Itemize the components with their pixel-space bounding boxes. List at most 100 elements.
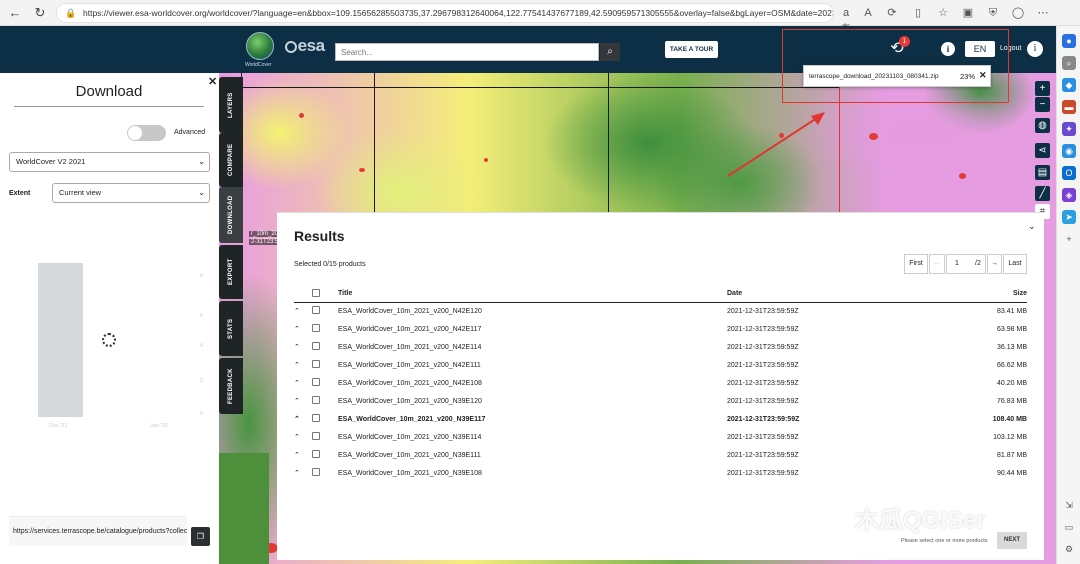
- designer-icon[interactable]: ◈: [1062, 188, 1076, 202]
- search-input[interactable]: [335, 43, 599, 61]
- split-view-icon[interactable]: ▯: [910, 5, 926, 21]
- product-size: 103.12 MB: [993, 433, 1027, 441]
- table-row[interactable]: ⌃ ESA_WorldCover_10m_2021_v200_N39E120 2…: [294, 392, 1027, 410]
- user-info-icon[interactable]: i: [1027, 41, 1043, 57]
- more-icon[interactable]: ⋯: [1035, 5, 1051, 21]
- refresh-icon[interactable]: ↻: [31, 4, 49, 22]
- bell-icon[interactable]: ●: [1062, 34, 1076, 48]
- prev-page-icon[interactable]: ←: [929, 254, 945, 274]
- expand-row-icon[interactable]: ⌃: [294, 356, 312, 374]
- title-column-header[interactable]: Title: [338, 286, 727, 303]
- next-button[interactable]: NEXT: [997, 532, 1027, 549]
- last-page-button[interactable]: Last: [1003, 254, 1027, 274]
- table-row[interactable]: ⌃ ESA_WorldCover_10m_2021_v200_N42E117 2…: [294, 320, 1027, 338]
- table-row[interactable]: ⌃ ESA_WorldCover_10m_2021_v200_N39E111 2…: [294, 446, 1027, 464]
- table-row-highlighted[interactable]: ⌃ ESA_WorldCover_10m_2021_v200_N39E117 2…: [294, 410, 1027, 428]
- product-title: ESA_WorldCover_10m_2021_v200_N42E117: [338, 325, 482, 333]
- extensions-icon[interactable]: ⟳: [884, 5, 900, 21]
- profile-icon[interactable]: ◯: [1010, 5, 1026, 21]
- briefcase-icon[interactable]: ▬: [1062, 100, 1076, 114]
- select-all-checkbox[interactable]: [312, 288, 320, 297]
- table-row[interactable]: ⌃ ESA_WorldCover_10m_2021_v200_N39E108 2…: [294, 464, 1027, 482]
- advanced-toggle[interactable]: [127, 125, 166, 141]
- product-date: 2021-12-31T23:59:59Z: [727, 469, 799, 477]
- address-bar[interactable]: 🔒 https://viewer.esa-worldcover.org/worl…: [56, 3, 834, 23]
- close-icon[interactable]: ✕: [208, 75, 217, 88]
- table-row[interactable]: ⌃ ESA_WorldCover_10m_2021_v200_N42E114 2…: [294, 338, 1027, 356]
- row-checkbox-cell: [312, 338, 338, 356]
- close-icon[interactable]: ✕: [979, 70, 987, 81]
- row-checkbox[interactable]: [312, 414, 320, 422]
- zoom-in-button[interactable]: +: [1035, 81, 1050, 96]
- product-date: 2021-12-31T23:59:59Z: [727, 325, 799, 333]
- tab-compare[interactable]: COMPARE: [219, 133, 243, 187]
- expand-row-icon[interactable]: ⌃: [294, 392, 312, 410]
- row-checkbox[interactable]: [312, 378, 320, 386]
- table-row[interactable]: ⌃ ESA_WorldCover_10m_2021_v200_N42E120 2…: [294, 302, 1027, 320]
- table-row[interactable]: ⌃ ESA_WorldCover_10m_2021_v200_N42E111 2…: [294, 356, 1027, 374]
- copy-button[interactable]: ❐: [191, 527, 210, 546]
- back-icon[interactable]: ←: [6, 4, 24, 22]
- row-checkbox[interactable]: [312, 468, 320, 476]
- expand-row-icon[interactable]: ⌃: [294, 320, 312, 338]
- search-button[interactable]: ⌕: [600, 43, 620, 61]
- product-select[interactable]: WorldCover V2 2021 ⌄: [9, 152, 210, 172]
- chevron-down-icon[interactable]: ⌄: [1028, 221, 1036, 232]
- shield-icon[interactable]: ⛨: [985, 5, 1001, 21]
- take-tour-button[interactable]: TAKE A TOUR: [665, 41, 718, 58]
- read-aloud-icon[interactable]: aあ: [838, 5, 854, 35]
- favorites-icon[interactable]: ☆: [935, 5, 951, 21]
- table-row[interactable]: ⌃ ESA_WorldCover_10m_2021_v200_N39E114 2…: [294, 428, 1027, 446]
- row-checkbox[interactable]: [312, 324, 320, 332]
- share-icon[interactable]: ⋖: [1035, 143, 1050, 158]
- sidebar-layout-icon[interactable]: ▭: [1062, 520, 1076, 534]
- globe-icon[interactable]: ◍: [1035, 118, 1050, 133]
- expand-row-icon[interactable]: ⌃: [294, 302, 312, 320]
- send-icon[interactable]: ➤: [1062, 210, 1076, 224]
- expand-row-icon[interactable]: ⌃: [294, 338, 312, 356]
- tab-feedback[interactable]: FEEDBACK: [219, 358, 243, 414]
- games-icon[interactable]: ✦: [1062, 122, 1076, 136]
- row-checkbox[interactable]: [312, 306, 320, 315]
- settings-icon[interactable]: ⚙: [1062, 542, 1076, 556]
- tab-export[interactable]: EXPORT: [219, 245, 243, 299]
- copilot-icon[interactable]: ◉: [1062, 144, 1076, 158]
- expand-icon[interactable]: ⇲: [1062, 498, 1076, 512]
- row-checkbox[interactable]: [312, 450, 320, 458]
- product-date: 2021-12-31T23:59:59Z: [727, 415, 800, 423]
- page-total: /2: [975, 260, 981, 267]
- search-icon[interactable]: ⌕: [1062, 56, 1076, 70]
- extent-select[interactable]: Current view ⌄: [52, 183, 210, 203]
- row-checkbox[interactable]: [312, 396, 320, 404]
- collections-icon[interactable]: ▣: [960, 5, 976, 21]
- first-page-button[interactable]: First: [904, 254, 928, 274]
- basemap-icon[interactable]: ▤: [1035, 165, 1050, 180]
- tile-boundary: [374, 73, 375, 213]
- page-input[interactable]: 1 /2: [946, 254, 986, 274]
- tab-stats[interactable]: STATS: [219, 301, 243, 356]
- axis-tick: 6: [200, 313, 204, 319]
- font-icon[interactable]: A: [860, 5, 876, 21]
- row-checkbox[interactable]: [312, 342, 320, 350]
- expand-row-icon[interactable]: ⌃: [294, 374, 312, 392]
- measure-icon[interactable]: ╱: [1035, 186, 1050, 201]
- zoom-out-button[interactable]: −: [1035, 97, 1050, 112]
- row-checkbox[interactable]: [312, 360, 320, 368]
- table-row[interactable]: ⌃ ESA_WorldCover_10m_2021_v200_N42E108 2…: [294, 374, 1027, 392]
- api-url-field[interactable]: https://services.terrascope.be/catalogue…: [9, 516, 187, 546]
- tag-icon[interactable]: ◆: [1062, 78, 1076, 92]
- expand-row-icon[interactable]: ⌃: [294, 446, 312, 464]
- next-page-icon[interactable]: →: [987, 254, 1002, 274]
- size-column-header[interactable]: Size: [957, 286, 1027, 303]
- worldcover-logo[interactable]: [246, 32, 274, 60]
- row-checkbox[interactable]: [312, 432, 320, 440]
- expand-row-icon[interactable]: ⌃: [294, 464, 312, 482]
- tab-layers[interactable]: LAYERS: [219, 77, 243, 133]
- urban-area: [869, 133, 878, 140]
- add-icon[interactable]: +: [1062, 232, 1076, 246]
- expand-row-icon[interactable]: ⌃: [294, 428, 312, 446]
- tab-download[interactable]: DOWNLOAD: [219, 187, 243, 243]
- outlook-icon[interactable]: O: [1062, 166, 1076, 180]
- expand-row-icon[interactable]: ⌃: [294, 410, 312, 428]
- date-column-header[interactable]: Date: [727, 286, 957, 303]
